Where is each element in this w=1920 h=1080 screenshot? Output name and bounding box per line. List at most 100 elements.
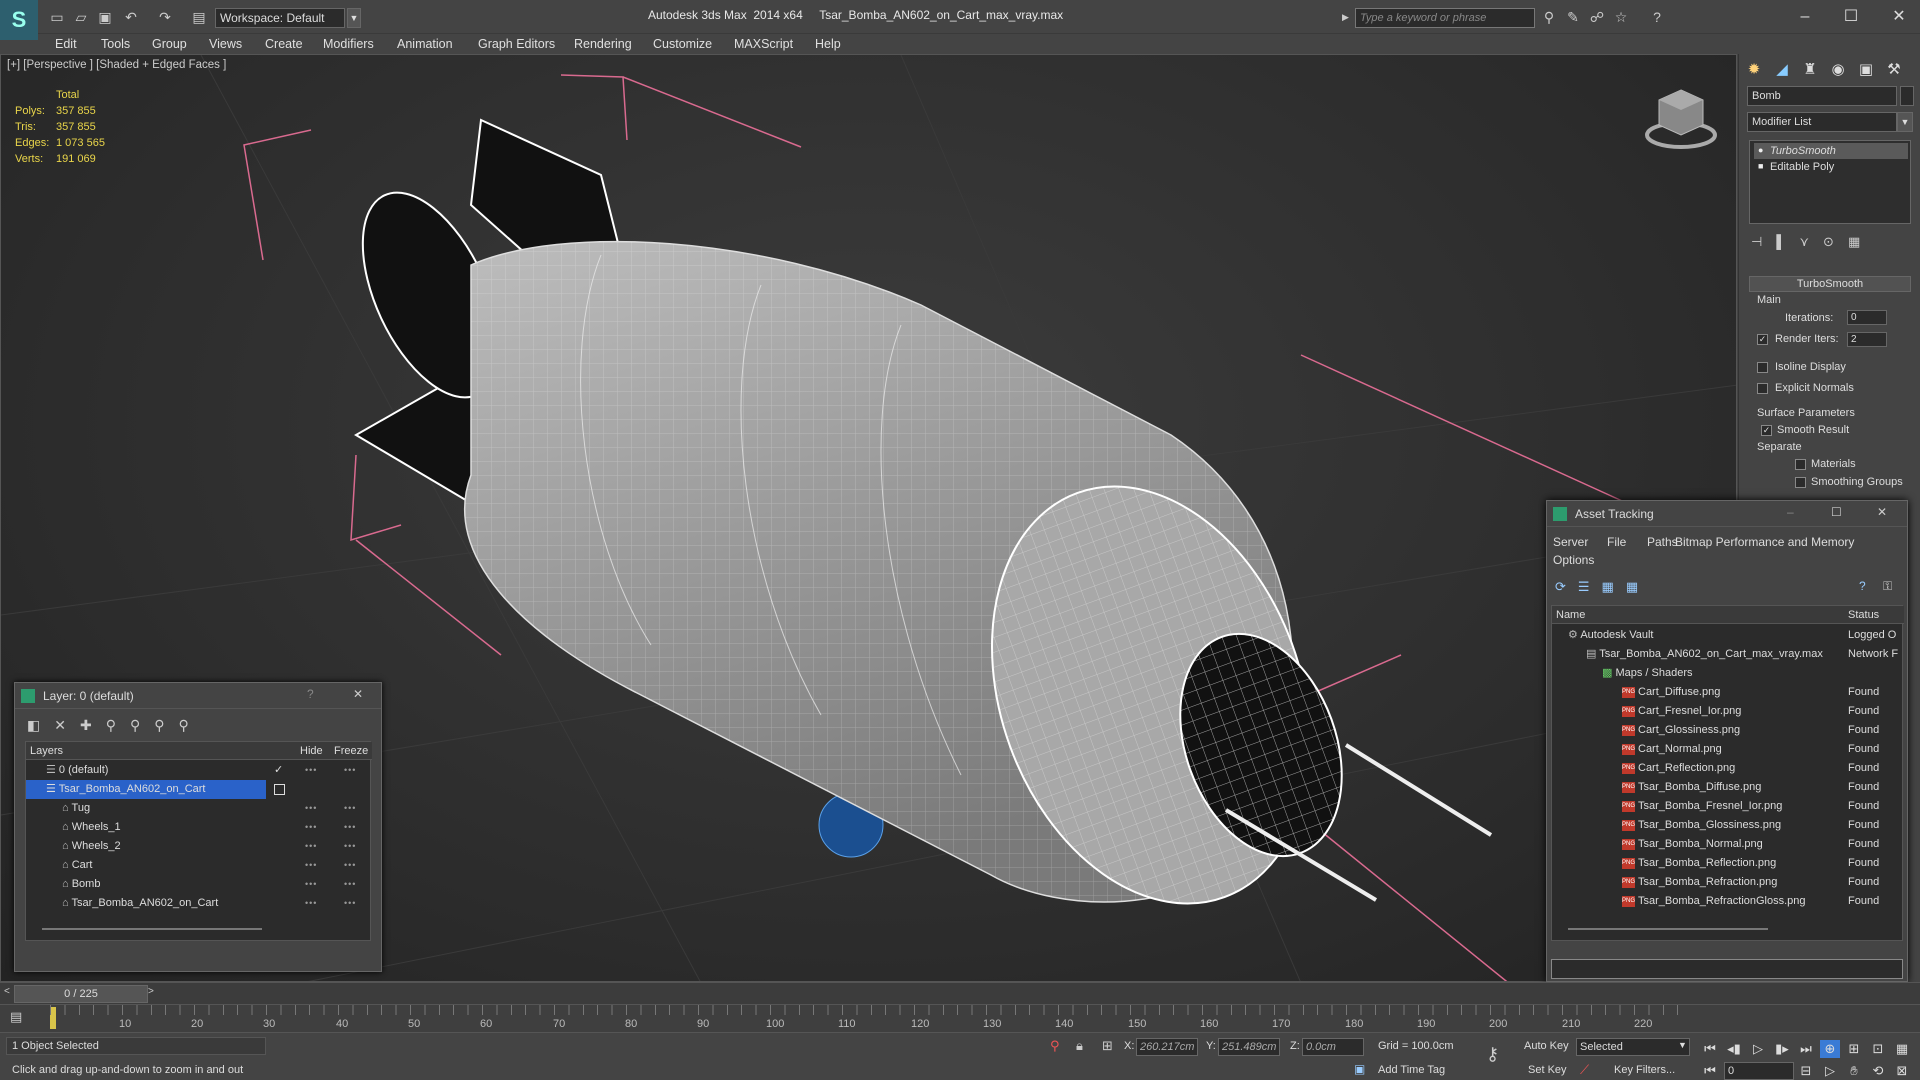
binoculars-icon[interactable]: ⚲ [1540,9,1558,27]
asset-row[interactable]: PNG Tsar_Bomba_Diffuse.png Found [1552,778,1904,797]
zoom-extents-all-icon[interactable]: ▦ [1892,1040,1912,1058]
key-set-dropdown[interactable]: Selected [1576,1038,1690,1056]
absolute-mode-icon[interactable]: ⊞ [1102,1038,1113,1054]
add-time-tag-button[interactable]: Add Time Tag [1378,1064,1445,1076]
isoline-display-checkbox[interactable] [1757,362,1768,373]
layer-toolbar[interactable]: ◧✕✚⚲⚲⚲⚲ [27,717,247,734]
next-frame-icon[interactable]: > [148,986,154,997]
object-name-input[interactable]: Bomb [1747,86,1897,106]
col-status[interactable]: Status [1844,606,1904,624]
materials-checkbox[interactable] [1795,459,1806,470]
asset-row[interactable]: PNG Cart_Diffuse.png Found [1552,683,1904,702]
chevron-down-icon[interactable]: ▼ [347,8,361,28]
layer-row[interactable]: ☰ 0 (default) ✓ ••• ••• [26,761,372,780]
zoom-icon[interactable]: ⊕ [1820,1040,1840,1058]
asset-row[interactable]: PNG Tsar_Bomba_Fresnel_Ior.png Found [1552,797,1904,816]
vault-icon[interactable]: ⚿ [1883,579,1892,594]
mini-curve-editor-icon[interactable]: ▤ [10,1009,22,1025]
object-row[interactable]: ⌂ Tsar_Bomba_AN602_on_Cart ••• ••• [26,894,372,913]
object-color-swatch[interactable] [1900,86,1914,106]
goto-end-icon[interactable]: ⏭ [1796,1040,1816,1058]
object-row[interactable]: ⌂ Cart ••• ••• [26,856,372,875]
next-key-icon[interactable]: ▮▸ [1772,1040,1792,1058]
zoom-extents-icon[interactable]: ⊡ [1868,1040,1888,1058]
search-input[interactable]: Type a keyword or phrase [1355,8,1535,28]
asset-row[interactable]: PNG Tsar_Bomba_Normal.png Found [1552,835,1904,854]
menu-group[interactable]: Group [152,34,187,54]
key-mode-icon[interactable]: ⏮ [1700,1062,1720,1080]
field-of-view-icon[interactable]: ▷ [1820,1062,1840,1080]
menu-views[interactable]: Views [209,34,242,54]
prev-key-icon[interactable]: ◂▮ [1724,1040,1744,1058]
help-icon[interactable]: ? [1648,9,1666,27]
asset-row[interactable]: PNG Cart_Normal.png Found [1552,740,1904,759]
maximize-button[interactable]: ☐ [1836,5,1866,29]
asset-toolbar[interactable]: ⟳☰▦▦ [1555,579,1655,595]
iterations-spinner[interactable]: 0 [1847,310,1887,325]
asset-row[interactable]: ▤ Tsar_Bomba_AN602_on_Cart_max_vray.max N… [1552,645,1904,664]
asset-row[interactable]: PNG Cart_Reflection.png Found [1552,759,1904,778]
stack-item-editable-poly[interactable]: Editable Poly [1754,159,1908,175]
asset-row[interactable]: PNG Tsar_Bomba_Reflection.png Found [1552,854,1904,873]
play-icon[interactable]: ▷ [1748,1040,1768,1058]
display-tab-icon[interactable]: ▣ [1853,58,1879,82]
active-layer-box[interactable] [274,784,285,795]
viewcube-icon[interactable] [1641,85,1721,155]
menu-rendering[interactable]: Rendering [574,34,632,54]
smooth-result-checkbox[interactable]: ✓ [1761,425,1772,436]
current-frame-field[interactable]: 0 [1724,1062,1794,1080]
menu-tools[interactable]: Tools [101,34,130,54]
explicit-normals-checkbox[interactable] [1757,383,1768,394]
menu-maxscript[interactable]: MAXScript [734,34,793,54]
pan-hand-icon[interactable]: ✋︎ [1844,1062,1864,1080]
menu-animation[interactable]: Animation [397,34,453,54]
horizontal-scrollbar[interactable] [1568,928,1768,930]
motion-tab-icon[interactable]: ◉ [1825,58,1851,82]
subscription-icon[interactable]: ✎ [1564,9,1582,27]
asset-row[interactable]: PNG Tsar_Bomba_RefractionGloss.png Found [1552,892,1904,911]
expand-icon[interactable]: ■ [1758,161,1763,171]
prev-frame-icon[interactable]: < [4,986,10,997]
redo-icon[interactable]: ↷ [156,8,174,26]
asset-row[interactable]: PNG Cart_Fresnel_Ior.png Found [1552,702,1904,721]
chevron-down-icon[interactable]: ▼ [1897,112,1913,132]
menu-help[interactable]: Help [815,34,841,54]
app-menu-button[interactable]: S [0,0,38,40]
zoom-all-icon[interactable]: ⊞ [1844,1040,1864,1058]
col-name[interactable]: Name [1552,606,1844,624]
close-icon[interactable]: ✕ [1877,505,1887,519]
col-freeze[interactable]: Freeze [330,742,372,760]
asset-row[interactable]: PNG Tsar_Bomba_Glossiness.png Found [1552,816,1904,835]
asset-row[interactable]: PNG Cart_Glossiness.png Found [1552,721,1904,740]
new-file-icon[interactable]: ▭ [48,8,66,26]
asset-row[interactable]: ▩ Maps / Shaders [1552,664,1904,683]
time-slider-thumb[interactable]: 0 / 225 [14,985,148,1003]
object-row[interactable]: ⌂ Bomb ••• ••• [26,875,372,894]
z-coordinate-field[interactable]: 0.0cm [1302,1038,1364,1056]
turbosmooth-rollout[interactable]: TurboSmooth [1749,276,1911,292]
chevron-down-icon[interactable]: ▼ [1678,1040,1687,1050]
asset-menu-options[interactable]: Options [1553,553,1594,567]
undo-icon[interactable]: ↶ [122,8,140,26]
create-tab-icon[interactable]: ✹ [1741,58,1767,82]
viewport-label[interactable]: [+] [Perspective ] [Shaded + Edged Faces… [7,59,226,71]
object-row[interactable]: ⌂ Wheels_1 ••• ••• [26,818,372,837]
orbit-icon[interactable]: ⟲ [1868,1062,1888,1080]
search-expand-icon[interactable]: ▶ [1342,12,1349,23]
asset-menu-paths[interactable]: Paths [1647,535,1678,549]
utilities-tab-icon[interactable]: ⚒ [1881,58,1907,82]
workspace-dropdown[interactable]: Workspace: Default [215,8,345,28]
communication-icon[interactable]: ☍ [1588,9,1606,27]
set-key-button[interactable]: Set Key [1528,1064,1567,1076]
auto-key-button[interactable]: Auto Key [1524,1040,1569,1052]
minimize-button[interactable]: – [1787,505,1794,519]
close-icon[interactable]: ✕ [353,687,363,701]
time-tag-icon[interactable]: ▣ [1354,1062,1365,1076]
project-folder-icon[interactable]: ▤ [190,8,208,26]
open-file-icon[interactable]: ▱ [72,8,90,26]
y-coordinate-field[interactable]: 251.489cm [1218,1038,1280,1056]
track-bar[interactable]: ▤ [0,1004,1920,1032]
asset-menu-file[interactable]: File [1607,535,1626,549]
asset-row[interactable]: ⚙ Autodesk Vault Logged O [1552,626,1904,645]
object-row[interactable]: ⌂ Tug ••• ••• [26,799,372,818]
